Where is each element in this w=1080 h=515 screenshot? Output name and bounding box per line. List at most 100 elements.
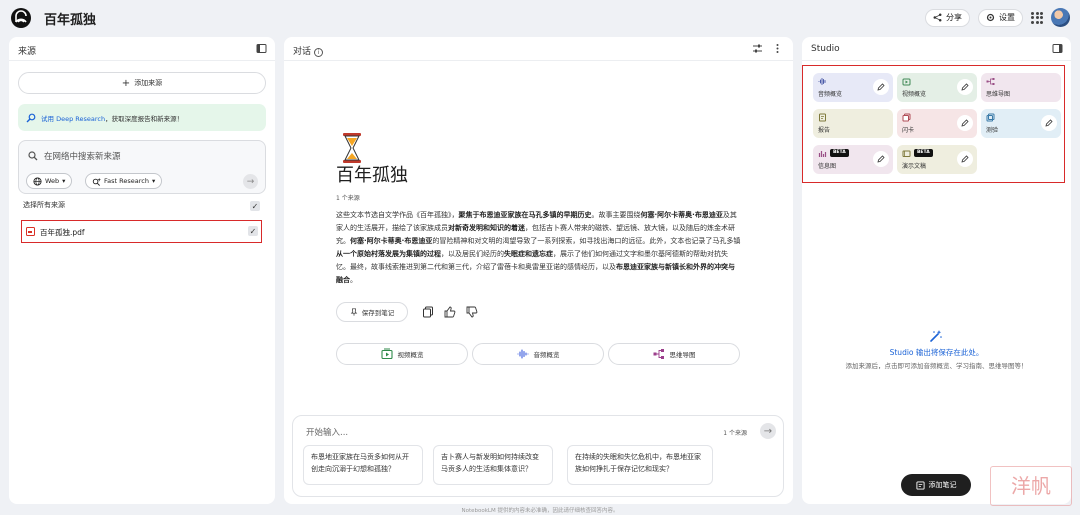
- studio-tile-flashcard[interactable]: 闪卡: [897, 109, 977, 138]
- search-sparkle-icon: [26, 113, 36, 122]
- mind-map-button[interactable]: 思维导图: [608, 343, 740, 365]
- mindmap-icon: [653, 349, 664, 359]
- share-label: 分享: [946, 13, 962, 22]
- studio-tile-label: 视频概览: [902, 91, 927, 98]
- thumb-up-icon[interactable]: [444, 306, 456, 318]
- arrow-right-icon: →: [246, 176, 255, 187]
- deep-research-banner[interactable]: 试用 Deep Research，获取深度报告和新来源！: [18, 104, 266, 131]
- edit-tile-button[interactable]: [1041, 115, 1057, 131]
- notebook-summary: 这些文本节选自文学作品《百年孤独》，聚焦于布恩迪亚家族在马孔多镇的早期历史。故事…: [336, 209, 741, 287]
- video-icon: [380, 348, 393, 360]
- studio-tile-mindmap[interactable]: 思维导图: [981, 73, 1061, 102]
- summary-highlight: 何塞·阿尔卡蒂奥·布恩迪亚: [640, 211, 723, 219]
- fast-research-chip[interactable]: Fast Research ▾: [85, 173, 163, 189]
- save-to-note-button[interactable]: 保存到笔记: [336, 302, 408, 322]
- infographic-icon: [818, 151, 827, 157]
- add-note-button[interactable]: 添加笔记: [901, 474, 971, 496]
- thumb-down-icon[interactable]: [466, 306, 478, 318]
- apps-grid-icon[interactable]: [1031, 11, 1043, 24]
- note-add-icon: [915, 480, 925, 490]
- studio-tile-audio-wave[interactable]: 音频概览: [813, 73, 893, 102]
- source-count: 1 个来源: [336, 195, 360, 202]
- studio-tile-video[interactable]: 视频概览: [897, 73, 977, 102]
- notebooklm-logo-icon[interactable]: [11, 8, 31, 28]
- fast-research-label: Fast Research: [104, 177, 149, 185]
- plus-icon: +: [121, 77, 131, 89]
- studio-tile-report[interactable]: 报告: [813, 109, 893, 138]
- studio-tile-slides[interactable]: BETA 演示文稿: [897, 145, 977, 174]
- sources-panel: 来源 + 添加来源 试用 Deep Research，获取深度报告和新来源！ 在…: [9, 37, 275, 504]
- sources-title: 来源: [18, 47, 37, 57]
- notebook-heading: 百年孤独: [336, 165, 408, 186]
- pencil-icon: [1045, 119, 1053, 127]
- share-button[interactable]: 分享: [925, 8, 970, 27]
- summary-text: 这些文本节选自文学作品《百年孤独》，: [336, 211, 459, 219]
- suggestion-chip[interactable]: 布恩地亚家族在马贡多如何从开创走向沉溺于幻想和孤独？: [303, 445, 423, 485]
- summary-highlight: 对新奇发明和知识的着迷: [448, 224, 525, 232]
- studio-tile-label: 音频概览: [818, 91, 843, 98]
- pencil-icon: [961, 155, 969, 163]
- video-overview-button[interactable]: 视频概览: [336, 343, 468, 365]
- settings-label: 设置: [999, 13, 1015, 22]
- gear-icon: [986, 13, 995, 22]
- edit-tile-button[interactable]: [957, 151, 973, 167]
- send-button[interactable]: →: [760, 423, 776, 439]
- audio-wave-icon: [516, 349, 529, 359]
- studio-empty-title: Studio 输出将保存在此处。: [889, 348, 984, 357]
- video-icon: [902, 78, 911, 86]
- suggestion-chip[interactable]: 在持续的失眠和失忆危机中，布恩地亚家族如何挣扎于保存记忆和现实？: [567, 445, 713, 485]
- edit-tile-button[interactable]: [957, 79, 973, 95]
- deep-research-link[interactable]: 试用 Deep Research: [41, 115, 105, 123]
- edit-tile-button[interactable]: [873, 79, 889, 95]
- collapse-panel-icon[interactable]: [256, 43, 267, 54]
- suggestion-chip[interactable]: 吉卜赛人与新发明如何持续改变马贡多人的生活和集体意识？: [433, 445, 553, 485]
- tune-icon[interactable]: [752, 43, 763, 54]
- collapse-panel-icon[interactable]: [1052, 43, 1063, 54]
- research-sparkle-icon: [92, 177, 101, 186]
- settings-button[interactable]: 设置: [978, 8, 1023, 27]
- studio-tools-grid: 音频概览 视频概览 思维导图报告 闪卡 测验 BETA 信息图 BETA 演示文稿: [802, 65, 1065, 183]
- chat-header: 对话 i: [284, 37, 793, 61]
- video-overview-label: 视频概览: [397, 351, 424, 359]
- select-all-label: 选择所有来源: [23, 201, 65, 209]
- source-checkbox[interactable]: ✓: [248, 226, 258, 236]
- arrow-right-icon: →: [763, 425, 773, 437]
- summary-highlight: 从一个原始村落发展为集镇的过程: [336, 250, 441, 258]
- chat-input[interactable]: 开始输入...: [306, 426, 348, 438]
- audio-overview-button[interactable]: 音频概览: [472, 343, 604, 365]
- watermark-stamp: 洋帆: [990, 466, 1072, 506]
- avatar[interactable]: [1051, 8, 1070, 27]
- web-search-box: 在网络中搜索新来源 Web ▾ Fast Research ▾ →: [18, 140, 266, 194]
- studio-tile-label: 思维导图: [986, 91, 1011, 98]
- sources-header: 来源: [9, 37, 275, 61]
- hourglass-emoji-icon: [343, 133, 361, 163]
- summary-text: ，以及居民们经历的: [441, 250, 504, 258]
- studio-tile-infographic[interactable]: BETA 信息图: [813, 145, 893, 174]
- studio-tile-label: 闪卡: [902, 127, 915, 134]
- edit-tile-button[interactable]: [957, 115, 973, 131]
- summary-highlight: 失眠症和遗忘症: [504, 250, 553, 258]
- magic-wand-icon: [930, 330, 942, 342]
- deep-research-text: ，获取深度报告和新来源！: [105, 114, 184, 123]
- summary-highlight: 聚焦于布恩迪亚家族在马孔多镇的早期历史: [458, 211, 592, 219]
- pdf-file-icon: [26, 227, 35, 236]
- chat-panel: 对话 i 百年孤独 1 个来源 这些文本节选自文学作品《百年孤独》，聚焦于布恩迪…: [284, 37, 793, 504]
- share-icon: [933, 13, 942, 22]
- source-item[interactable]: 百年孤独.pdf ✓: [21, 220, 262, 243]
- web-chip-label: Web: [45, 177, 60, 185]
- select-all-checkbox[interactable]: ✓: [250, 201, 260, 211]
- audio-overview-label: 音频概览: [533, 351, 560, 359]
- beta-badge: BETA: [830, 149, 849, 157]
- add-source-button[interactable]: + 添加来源: [18, 72, 266, 94]
- search-input[interactable]: 在网络中搜索新来源: [44, 150, 121, 162]
- studio-tile-quiz[interactable]: 测验: [981, 109, 1061, 138]
- chevron-down-icon: ▾: [151, 177, 156, 185]
- notebook-title[interactable]: 百年孤独: [44, 9, 96, 28]
- more-vert-icon[interactable]: [772, 43, 783, 54]
- web-chip[interactable]: Web ▾: [26, 173, 73, 189]
- edit-tile-button[interactable]: [873, 151, 889, 167]
- info-icon[interactable]: i: [313, 48, 323, 57]
- input-source-count: 1 个来源: [723, 430, 747, 437]
- copy-icon[interactable]: [422, 306, 434, 318]
- search-submit-button[interactable]: →: [243, 174, 258, 189]
